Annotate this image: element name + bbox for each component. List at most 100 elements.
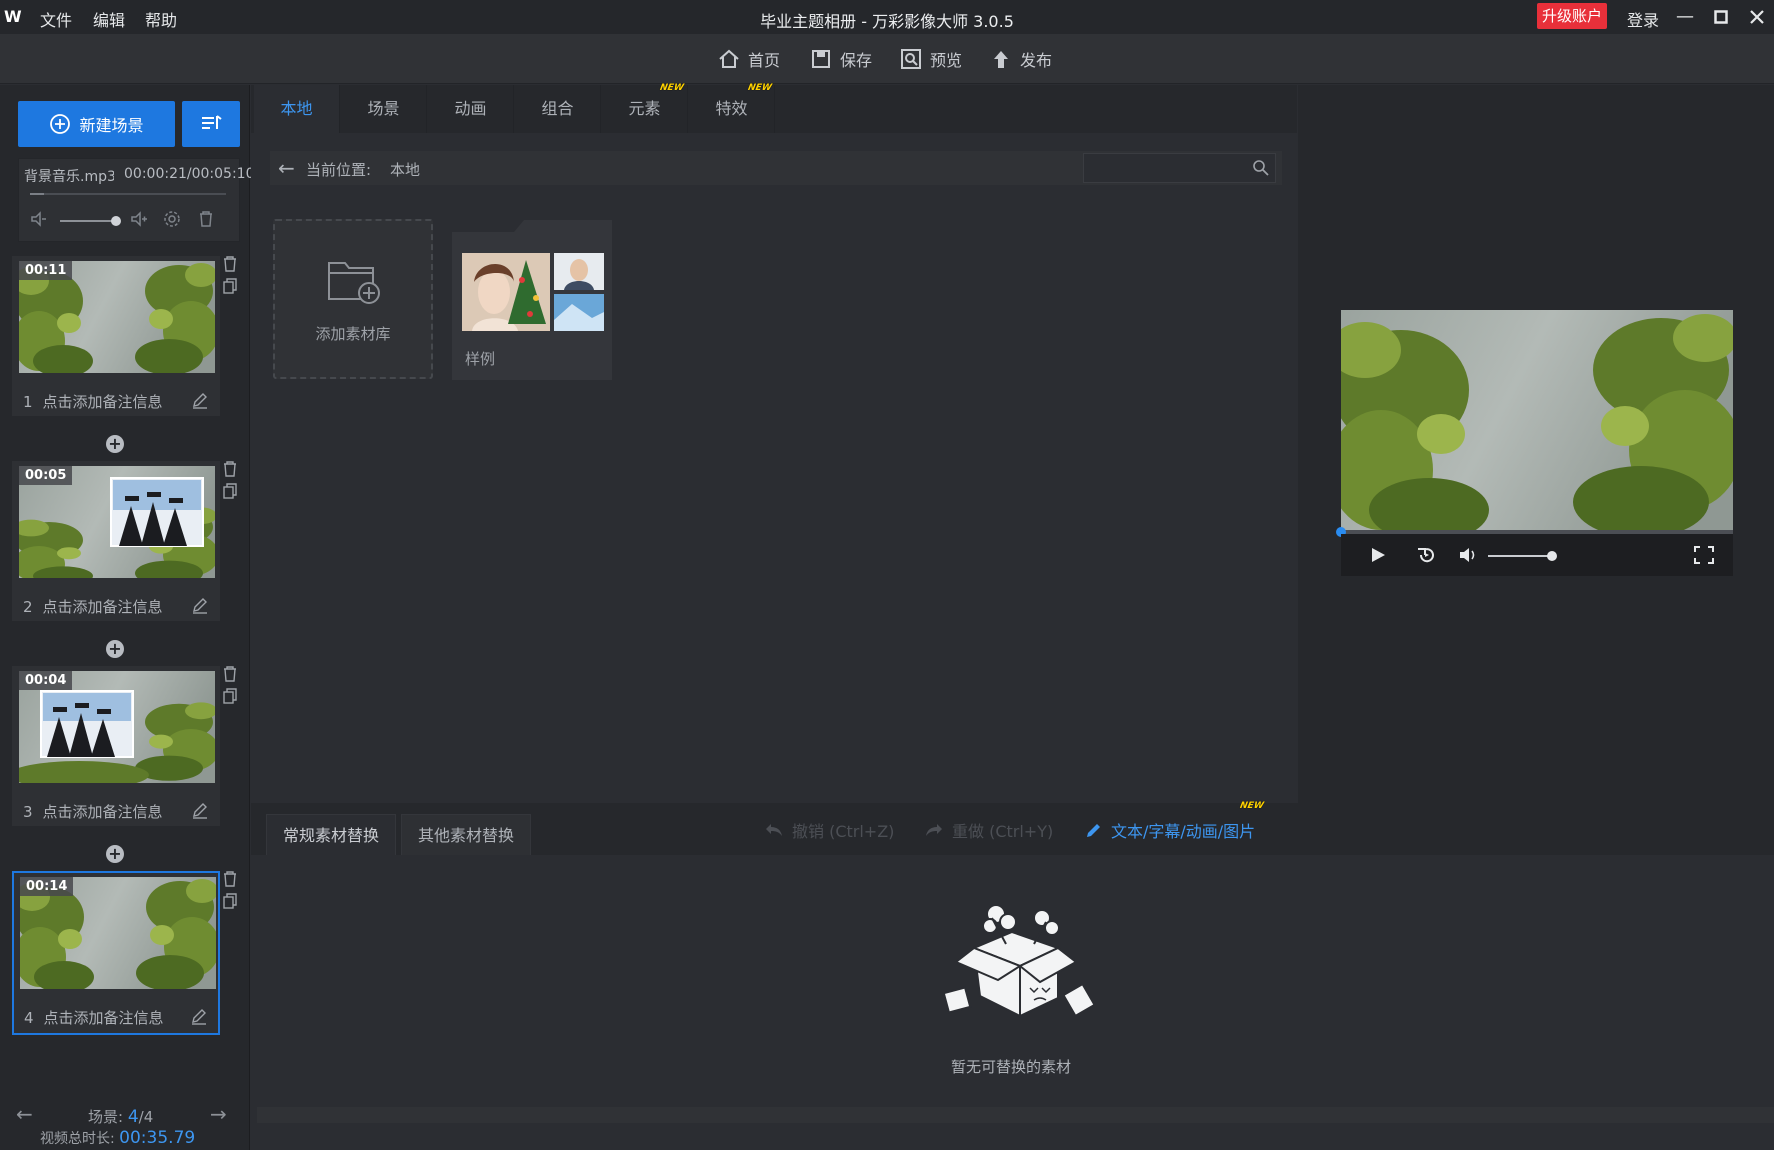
app-logo: W bbox=[4, 7, 22, 26]
add-folder-icon bbox=[328, 262, 380, 304]
scene-card-1[interactable]: 00:11 1 点击添加备注信息 bbox=[12, 256, 220, 416]
scene-counter: 场景: 4/4 bbox=[88, 1107, 154, 1127]
publish-button[interactable]: 发布 bbox=[990, 46, 1052, 72]
location-value: 本地 bbox=[390, 161, 421, 179]
copy-scene-icon[interactable] bbox=[223, 278, 237, 294]
empty-box-icon bbox=[942, 904, 1096, 1018]
save-icon bbox=[812, 50, 830, 68]
edit-note-icon[interactable] bbox=[191, 801, 209, 819]
scene-card-4[interactable]: 00:14 4 点击添加备注信息 bbox=[12, 871, 220, 1035]
preview-volume-slider[interactable] bbox=[1488, 555, 1552, 557]
menu-edit[interactable]: 编辑 bbox=[93, 7, 125, 31]
scene-note[interactable]: 3 点击添加备注信息 bbox=[23, 801, 163, 822]
add-library-button[interactable]: 添加素材库 bbox=[273, 219, 433, 379]
save-button[interactable]: 保存 bbox=[810, 46, 872, 72]
plus-circle-icon bbox=[50, 114, 71, 134]
publish-label: 发布 bbox=[1020, 51, 1053, 70]
new-scene-button[interactable]: 新建场景 bbox=[18, 101, 175, 147]
undo-label: 撤销 (Ctrl+Z) bbox=[792, 822, 895, 841]
login-link[interactable]: 登录 bbox=[1627, 7, 1659, 31]
scene-note[interactable]: 4 点击添加备注信息 bbox=[24, 1007, 164, 1028]
back-arrow-icon[interactable]: ← bbox=[278, 156, 295, 180]
menu-file[interactable]: 文件 bbox=[40, 7, 72, 31]
music-delete-icon[interactable] bbox=[195, 210, 217, 232]
delete-scene-icon[interactable] bbox=[223, 461, 237, 477]
tab-animation[interactable]: 动画 bbox=[428, 85, 514, 133]
empty-state-text: 暂无可替换的素材 bbox=[950, 1058, 1071, 1076]
delete-scene-icon[interactable] bbox=[223, 256, 237, 272]
menu-help[interactable]: 帮助 bbox=[145, 7, 177, 31]
scene-duration: 00:14 bbox=[20, 877, 74, 896]
maximize-icon[interactable] bbox=[1706, 4, 1736, 30]
edit-note-icon[interactable] bbox=[191, 596, 209, 614]
copy-scene-icon[interactable] bbox=[223, 893, 237, 909]
replay-icon[interactable] bbox=[1416, 546, 1438, 564]
close-icon[interactable] bbox=[1742, 4, 1772, 30]
title-bar bbox=[0, 0, 1774, 34]
tab-other-replace[interactable]: 其他素材替换 bbox=[401, 814, 532, 855]
scene-note[interactable]: 2 点击添加备注信息 bbox=[23, 596, 163, 617]
volume-down-icon[interactable] bbox=[28, 210, 50, 232]
upgrade-account-button[interactable]: 升级账户 bbox=[1537, 3, 1607, 29]
preview-label: 预览 bbox=[930, 51, 963, 70]
horizontal-scrollbar[interactable] bbox=[257, 1107, 1774, 1123]
insert-scene-icon[interactable]: + bbox=[106, 845, 124, 863]
music-settings-icon[interactable] bbox=[161, 210, 183, 232]
fullscreen-icon[interactable] bbox=[1694, 546, 1714, 564]
copy-scene-icon[interactable] bbox=[223, 483, 237, 499]
playlist-icon bbox=[202, 115, 222, 129]
upload-icon bbox=[994, 51, 1008, 68]
new-scene-label: 新建场景 bbox=[79, 116, 144, 135]
insert-scene-icon[interactable]: + bbox=[106, 435, 124, 453]
material-panel bbox=[251, 85, 1297, 803]
preview-volume-knob[interactable] bbox=[1547, 551, 1557, 561]
play-icon[interactable] bbox=[1369, 546, 1387, 564]
preview-video[interactable] bbox=[1341, 310, 1733, 532]
redo-icon bbox=[926, 824, 942, 836]
home-button[interactable]: 首页 bbox=[718, 46, 780, 72]
scene-list-button[interactable] bbox=[182, 101, 240, 147]
tab-scene[interactable]: 场景 bbox=[341, 85, 427, 133]
volume-up-icon[interactable] bbox=[128, 210, 150, 232]
scene-card-3[interactable]: 00:04 3 点击添加备注信息 bbox=[12, 666, 220, 826]
tab-combo[interactable]: 组合 bbox=[515, 85, 601, 133]
edit-note-icon[interactable] bbox=[191, 391, 209, 409]
home-label: 首页 bbox=[748, 51, 781, 70]
scene-note[interactable]: 1 点击添加备注信息 bbox=[23, 391, 163, 412]
text-edit-label: 文本/字幕/动画/图片 bbox=[1111, 822, 1256, 841]
new-badge: NEW bbox=[659, 83, 685, 93]
volume-icon[interactable] bbox=[1458, 546, 1480, 564]
edit-note-icon[interactable] bbox=[190, 1007, 208, 1025]
preview-button[interactable]: 预览 bbox=[900, 46, 962, 72]
add-library-label: 添加素材库 bbox=[315, 325, 391, 343]
undo-button[interactable]: 撤销 (Ctrl+Z) bbox=[764, 818, 894, 842]
save-label: 保存 bbox=[840, 51, 873, 70]
minimize-icon[interactable]: — bbox=[1670, 4, 1700, 30]
sample-folder-label: 样例 bbox=[465, 350, 496, 368]
delete-scene-icon[interactable] bbox=[223, 666, 237, 682]
music-progress-bar[interactable] bbox=[30, 193, 226, 195]
music-progress-fill bbox=[30, 193, 44, 195]
new-badge: NEW bbox=[1239, 801, 1265, 811]
location-label: 当前位置: bbox=[306, 161, 372, 179]
prev-scene-icon[interactable]: ← bbox=[16, 1102, 33, 1126]
search-icon[interactable] bbox=[1252, 159, 1270, 177]
music-volume-knob[interactable] bbox=[111, 216, 121, 226]
scene-card-2[interactable]: 00:05 2 点击添加备注信息 bbox=[12, 461, 220, 621]
redo-button[interactable]: 重做 (Ctrl+Y) bbox=[924, 818, 1053, 842]
delete-scene-icon[interactable] bbox=[223, 871, 237, 887]
tab-regular-replace[interactable]: 常规素材替换 bbox=[266, 814, 397, 855]
music-volume-slider[interactable] bbox=[60, 220, 118, 222]
text-subtitle-edit-link[interactable]: 文本/字幕/动画/图片 bbox=[1085, 818, 1255, 842]
next-scene-icon[interactable]: → bbox=[210, 1102, 227, 1126]
home-icon bbox=[719, 49, 739, 68]
main-toolbar bbox=[0, 34, 1774, 84]
material-search-input[interactable] bbox=[1083, 153, 1276, 183]
preview-icon bbox=[901, 49, 921, 69]
music-filename: 背景音乐.mp3 bbox=[24, 169, 114, 185]
copy-scene-icon[interactable] bbox=[223, 688, 237, 704]
sample-folder[interactable]: 样例 bbox=[452, 220, 612, 380]
tab-local[interactable]: 本地 bbox=[254, 85, 340, 133]
insert-scene-icon[interactable]: + bbox=[106, 640, 124, 658]
total-duration: 视频总时长: 00:35.79 bbox=[40, 1128, 196, 1148]
